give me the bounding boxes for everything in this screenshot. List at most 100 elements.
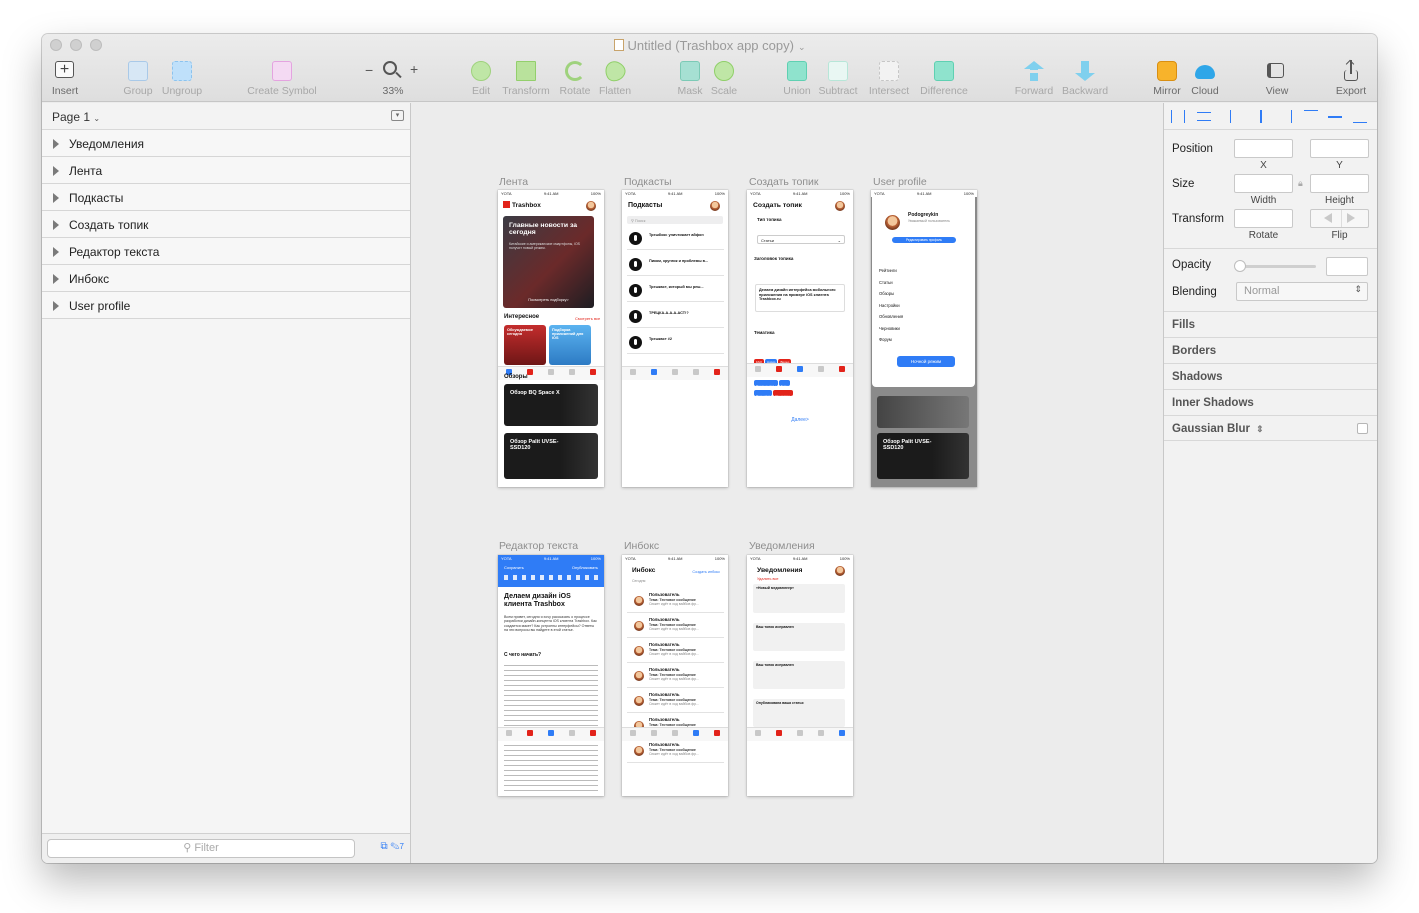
layer-inboks[interactable]: Инбокс [42, 265, 410, 292]
forward-button[interactable]: Forward [1012, 60, 1056, 100]
pen-filter-icon[interactable]: ✎ [390, 841, 399, 852]
inbox-row[interactable]: ПользовательТема: Тестовое сообщениеСюже… [627, 691, 724, 713]
flatten-button[interactable]: Flatten [596, 57, 634, 100]
notification-card[interactable]: «Новый медиаплеер» [753, 584, 845, 613]
podcast-row[interactable]: Трешкаст #2 [627, 332, 724, 354]
align-bottom-icon[interactable] [1353, 110, 1367, 123]
artboard-label-user-profile[interactable]: User profile [873, 176, 927, 188]
export-button[interactable]: Export [1334, 59, 1368, 100]
insert-button[interactable]: + Insert [48, 60, 82, 100]
notification-card[interactable]: Опубликована ваша статья [753, 699, 845, 727]
tab-bar[interactable] [622, 727, 728, 741]
hero-card[interactable]: Главные новости за сегодня Китайские и а… [503, 216, 594, 308]
disclosure-triangle-icon[interactable] [53, 247, 59, 257]
menu-item[interactable]: Статьи [879, 277, 903, 289]
disclosure-triangle-icon[interactable] [53, 301, 59, 311]
position-x-input[interactable] [1234, 139, 1293, 158]
artboard-create-topic[interactable]: YOTA 9:41 AM 100% Создать топик Тип топика… [747, 190, 853, 487]
collapse-pages-icon[interactable]: ▾ [391, 110, 404, 121]
create-inbox-link[interactable]: Создать инбокс [692, 570, 720, 574]
disclosure-triangle-icon[interactable] [53, 220, 59, 230]
edit-profile-button[interactable]: Редактировать профиль [892, 237, 956, 243]
subtract-button[interactable]: Subtract [816, 60, 860, 100]
disclosure-triangle-icon[interactable] [53, 274, 59, 284]
artboard-lenta[interactable]: YOTA 9:41 AM 100% Trashbox Главные новости… [498, 190, 604, 487]
opacity-slider-knob[interactable] [1234, 260, 1246, 272]
search-input[interactable]: ⚲ Поиск [627, 216, 723, 224]
artboard-label-podcasts[interactable]: Подкасты [624, 176, 672, 188]
publish-button[interactable]: Опубликовать [572, 565, 598, 570]
shadows-section[interactable]: Shadows [1164, 363, 1377, 389]
align-center-icon[interactable] [1254, 110, 1268, 123]
window-title[interactable]: Untitled (Trashbox app copy) ⌄ [42, 38, 1377, 53]
disclosure-triangle-icon[interactable] [53, 166, 59, 176]
avatar[interactable] [885, 215, 900, 230]
align-top-icon[interactable] [1304, 110, 1318, 123]
width-input[interactable] [1234, 174, 1293, 193]
avatar[interactable] [835, 201, 845, 211]
artboard-label-lenta[interactable]: Лента [499, 176, 528, 188]
flip-buttons[interactable] [1310, 209, 1369, 228]
rotate-button[interactable]: Rotate [558, 60, 592, 100]
view-button[interactable]: View [1260, 60, 1294, 100]
save-button[interactable]: Сохранить [504, 565, 524, 570]
notification-card[interactable]: Ваш топик исправлен [753, 623, 845, 651]
layer-uvedomleniya[interactable]: Уведомления [42, 130, 410, 157]
menu-item[interactable]: Рейтинги [879, 265, 903, 277]
artboard-label-create-topic[interactable]: Создать топик [749, 176, 819, 188]
zoom-out-button[interactable]: − [365, 62, 373, 78]
night-mode-button[interactable]: Ночной режим [897, 356, 955, 367]
avatar[interactable] [835, 566, 845, 576]
fills-section[interactable]: Fills [1164, 311, 1377, 337]
artboard-label-notifications[interactable]: Уведомления [749, 540, 815, 552]
menu-item[interactable]: Черновики [879, 323, 903, 335]
tag[interactable]: Программы [773, 390, 794, 398]
article-title[interactable]: Делаем дизайн iOS клиента Trashbox [504, 593, 598, 609]
distribute-horizontal-icon[interactable] [1171, 110, 1185, 123]
artboard-podcasts[interactable]: YOTA 9:41 AM 100% Подкасты ⚲ Поиск Трешбок… [622, 190, 728, 487]
height-input[interactable] [1310, 174, 1369, 193]
layer-podkasty[interactable]: Подкасты [42, 184, 410, 211]
inbox-row[interactable]: ПользовательТема: Тестовое сообщениеСюже… [627, 641, 724, 663]
borders-section[interactable]: Borders [1164, 337, 1377, 363]
symbols-filter-icon[interactable]: ⧉ [381, 841, 388, 852]
artboard-label-editor[interactable]: Редактор текста [499, 540, 578, 552]
tab-bar[interactable] [498, 727, 604, 741]
tag[interactable]: Пресс-релизы [754, 380, 778, 388]
page-selector[interactable]: Page 1 ⌄ ▾ [42, 103, 410, 130]
cloud-button[interactable]: Cloud [1188, 60, 1222, 100]
review-card-bq[interactable]: Обзор BQ Space X [504, 384, 598, 426]
layer-redaktor-teksta[interactable]: Редактор текста [42, 238, 410, 265]
filter-tools[interactable]: ⧉ ✎7 [381, 841, 405, 852]
lock-icon[interactable]: 🔒︎ [1298, 178, 1303, 189]
review-card[interactable] [877, 396, 969, 428]
intersect-button[interactable]: Intersect [866, 60, 912, 100]
align-left-icon[interactable] [1230, 110, 1244, 123]
tag[interactable]: Прошивка [754, 390, 773, 398]
hero-link[interactable]: Посмотреть подборку> [503, 298, 594, 302]
flip-vertical-icon[interactable] [1347, 213, 1355, 223]
inbox-row[interactable]: ПользовательТема: Тестовое сообщениеСюже… [627, 616, 724, 638]
distribute-vertical-icon[interactable] [1197, 112, 1211, 121]
position-y-input[interactable] [1310, 139, 1369, 158]
artboard-inbox[interactable]: YOTA 9:41 AM 100% Инбокс Создать инбокс Се… [622, 555, 728, 796]
article-subtitle[interactable]: С чего начать? [504, 652, 541, 658]
inbox-row[interactable]: ПользовательТема: Тестовое сообщениеСюже… [627, 666, 724, 688]
menu-item[interactable]: Обновления [879, 311, 903, 323]
disclosure-triangle-icon[interactable] [53, 139, 59, 149]
podcast-row[interactable]: Трешбокс уничтожает айфон [627, 228, 724, 250]
avatar[interactable] [586, 201, 596, 211]
menu-item[interactable]: Обзоры [879, 288, 903, 300]
tag[interactable]: Темы [778, 380, 791, 388]
gaussian-blur-section[interactable]: Gaussian Blur ⇕ [1164, 415, 1377, 441]
rotate-input[interactable] [1234, 209, 1293, 228]
layer-sozdat-topik[interactable]: Создать топик [42, 211, 410, 238]
inner-shadows-section[interactable]: Inner Shadows [1164, 389, 1377, 415]
backward-button[interactable]: Backward [1061, 60, 1109, 100]
podcast-row[interactable]: Трешкаст, который мы реш... [627, 280, 724, 302]
artboard-user-profile[interactable]: YOTA 9:41 AM 100% Podogreykin Уважаемый по… [871, 190, 977, 487]
review-card-palit[interactable]: Обзор Palit UVSE-SSD120 [504, 433, 598, 479]
blending-select[interactable]: Normal ⇕ [1236, 282, 1368, 301]
artboard-label-inbox[interactable]: Инбокс [624, 540, 659, 552]
zoom-control[interactable]: − + 33% [364, 60, 422, 100]
